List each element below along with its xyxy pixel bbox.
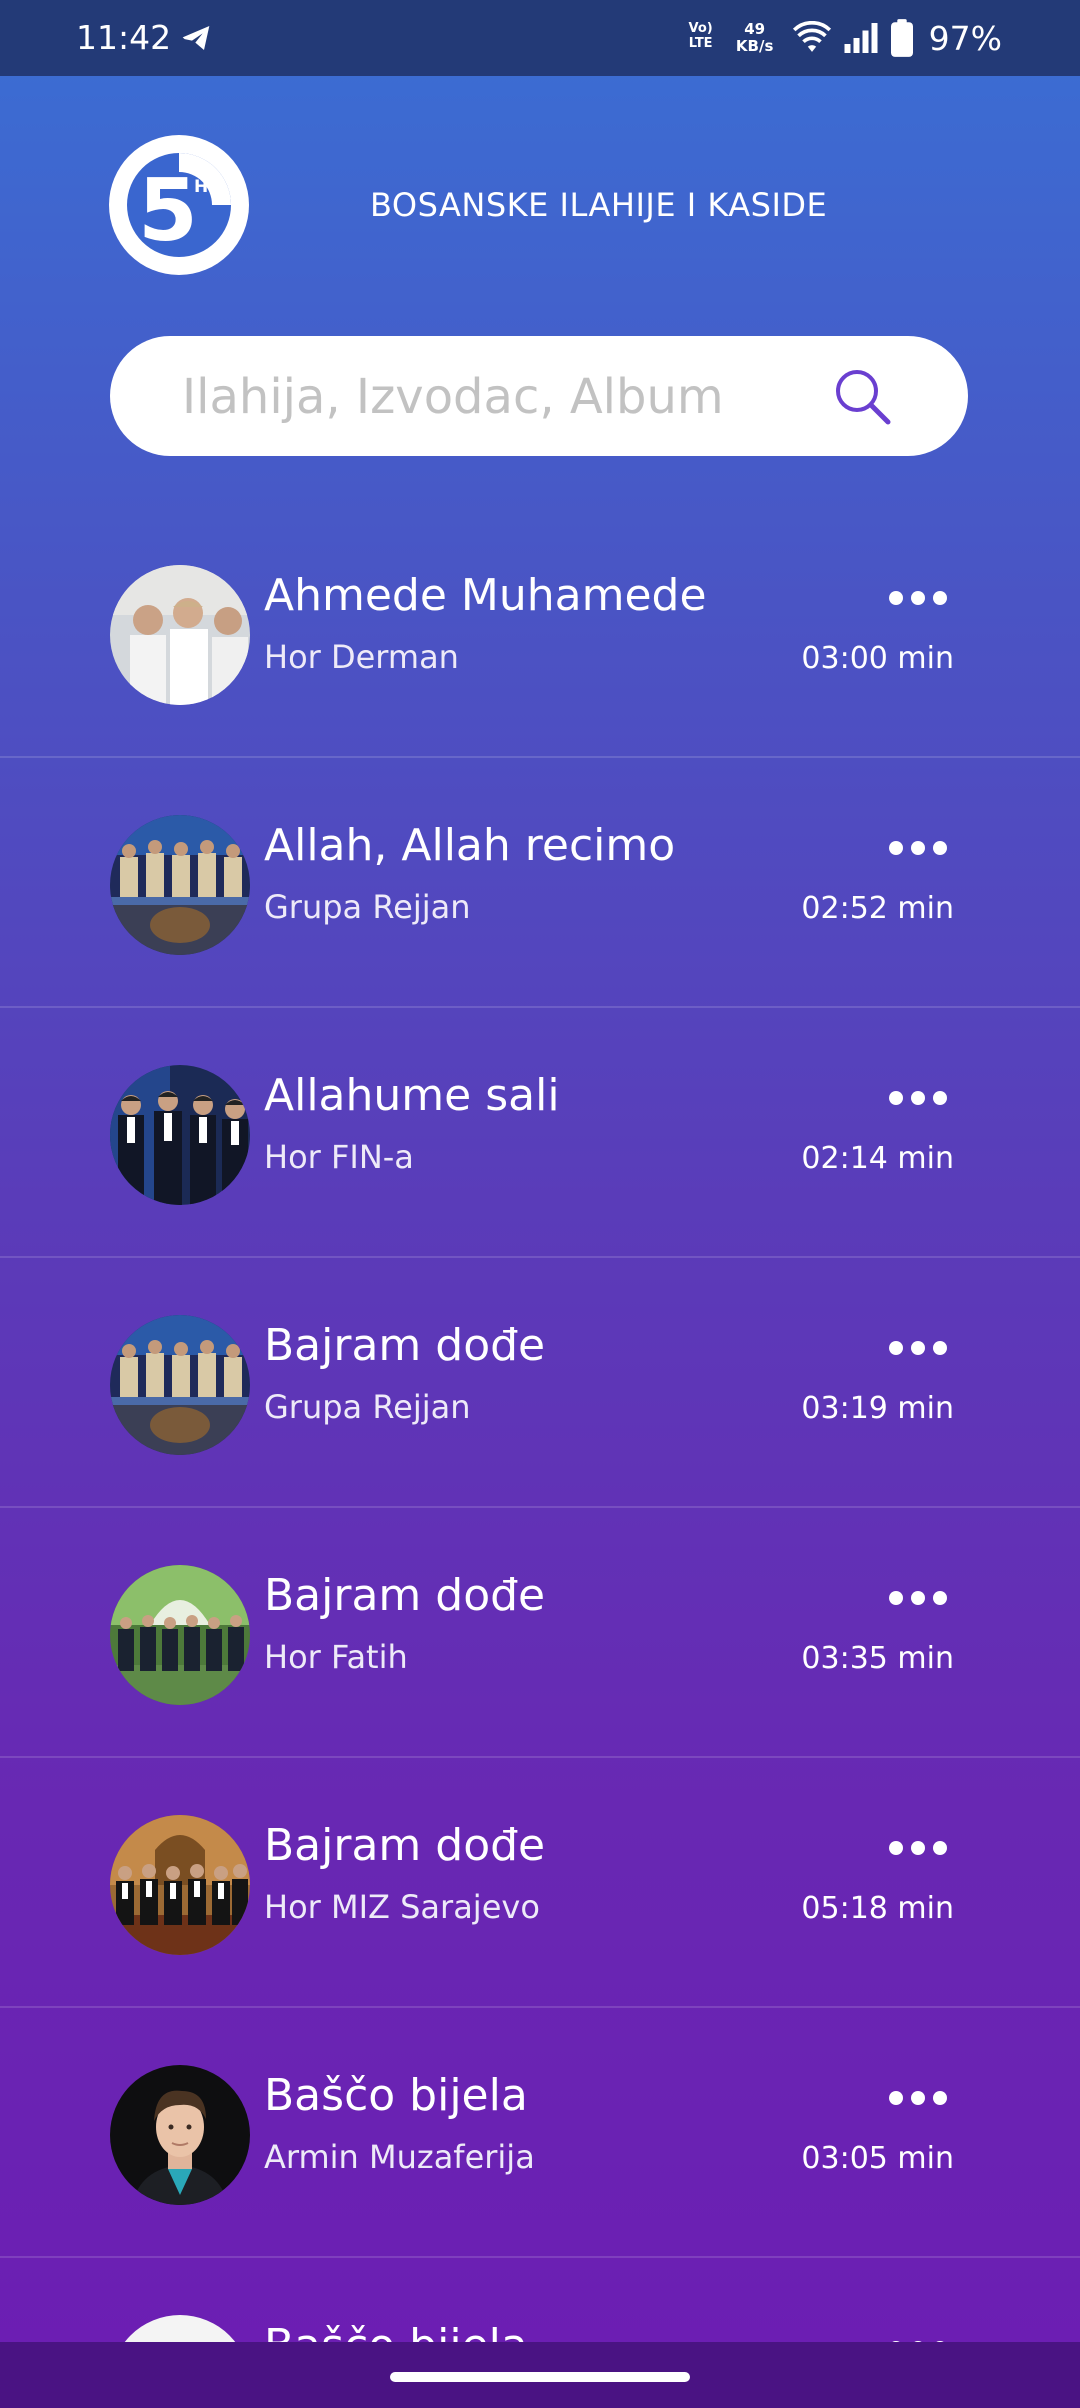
song-list-item[interactable]: Bajram dođe Grupa Rejjan 03:19 min bbox=[0, 1258, 1080, 1508]
battery-percent: 97% bbox=[928, 18, 1002, 58]
song-thumbnail[interactable] bbox=[110, 2065, 250, 2205]
song-duration: 03:05 min bbox=[801, 2141, 954, 2176]
song-artist: Armin Muzaferija bbox=[264, 2138, 535, 2176]
song-title: Baščo bijela bbox=[264, 2070, 528, 2121]
more-options-icon[interactable] bbox=[886, 586, 950, 610]
song-thumbnail-image bbox=[110, 1315, 250, 1455]
battery-icon bbox=[890, 19, 913, 57]
status-icons: Vo) LTE 49 KB/s 97% bbox=[685, 12, 1002, 64]
song-artist: Hor FIN-a bbox=[264, 1138, 414, 1176]
song-thumbnail[interactable] bbox=[110, 1315, 250, 1455]
song-title: Bajram dođe bbox=[264, 1820, 546, 1871]
song-list-item[interactable]: Ahmede Muhamede Hor Derman 03:00 min bbox=[0, 508, 1080, 758]
signal-icon bbox=[844, 23, 878, 53]
song-thumbnail[interactable] bbox=[110, 1565, 250, 1705]
song-thumbnail-image bbox=[110, 815, 250, 955]
song-title: Allah, Allah recimo bbox=[264, 820, 676, 871]
status-bar: 11:42 Vo) LTE 49 KB/s 97% bbox=[0, 0, 1080, 76]
song-duration: 05:18 min bbox=[801, 1891, 954, 1926]
song-artist: Hor MIZ Sarajevo bbox=[264, 1888, 540, 1926]
search-bar[interactable] bbox=[110, 336, 968, 456]
song-list-item[interactable]: Allah, Allah recimo Grupa Rejjan 02:52 min bbox=[0, 758, 1080, 1008]
song-duration: 02:14 min bbox=[801, 1141, 954, 1176]
more-options-icon[interactable] bbox=[886, 1336, 950, 1360]
app-header: 5 HD BOSANSKE ILAHIJE I KASIDE bbox=[0, 76, 1080, 326]
status-time: 11:42 bbox=[76, 18, 172, 57]
app-screen: 11:42 Vo) LTE 49 KB/s 97% 5 HD BOSANSKE … bbox=[0, 0, 1080, 2408]
song-list-item[interactable]: Baščo bijela Armin Muzaferija 03:05 min bbox=[0, 2008, 1080, 2258]
song-list-item[interactable]: Allahume sali Hor FIN-a 02:14 min bbox=[0, 1008, 1080, 1258]
song-artist: Hor Fatih bbox=[264, 1638, 408, 1676]
more-options-icon[interactable] bbox=[886, 2086, 950, 2110]
search-input[interactable] bbox=[180, 364, 824, 430]
song-list-item[interactable]: Bajram dođe Hor Fatih 03:35 min bbox=[0, 1508, 1080, 1758]
song-duration: 02:52 min bbox=[801, 891, 954, 926]
channel-5-hd-logo[interactable]: 5 HD bbox=[108, 134, 250, 276]
song-artist: Grupa Rejjan bbox=[264, 1388, 471, 1426]
song-duration: 03:19 min bbox=[801, 1391, 954, 1426]
more-options-icon[interactable] bbox=[886, 1586, 950, 1610]
telegram-icon bbox=[182, 26, 210, 50]
song-list: Ahmede Muhamede Hor Derman 03:00 min Allah,… bbox=[0, 508, 1080, 2408]
song-title: Allahume sali bbox=[264, 1070, 560, 1121]
wifi-icon bbox=[792, 21, 831, 52]
song-thumbnail[interactable] bbox=[110, 1065, 250, 1205]
song-list-item[interactable]: Bajram dođe Hor MIZ Sarajevo 05:18 min bbox=[0, 1758, 1080, 2008]
song-title: Ahmede Muhamede bbox=[264, 570, 707, 621]
song-duration: 03:00 min bbox=[801, 641, 954, 676]
more-options-icon[interactable] bbox=[886, 1086, 950, 1110]
svg-text:5: 5 bbox=[138, 161, 198, 261]
app-title: BOSANSKE ILAHIJE I KASIDE bbox=[370, 186, 828, 224]
svg-text:HD: HD bbox=[194, 177, 222, 197]
song-title: Bajram dođe bbox=[264, 1570, 546, 1621]
system-nav-bar bbox=[0, 2342, 1080, 2408]
more-options-icon[interactable] bbox=[886, 1836, 950, 1860]
song-thumbnail[interactable] bbox=[110, 1815, 250, 1955]
song-thumbnail-image bbox=[110, 1565, 250, 1705]
song-artist: Grupa Rejjan bbox=[264, 888, 471, 926]
home-indicator[interactable] bbox=[390, 2372, 690, 2382]
more-options-icon[interactable] bbox=[886, 836, 950, 860]
search-icon[interactable] bbox=[832, 366, 894, 428]
song-thumbnail-image bbox=[110, 2065, 250, 2205]
volte-icon: Vo) LTE bbox=[688, 21, 713, 51]
song-title: Bajram dođe bbox=[264, 1320, 546, 1371]
song-artist: Hor Derman bbox=[264, 638, 459, 676]
song-thumbnail-image bbox=[110, 565, 250, 705]
song-duration: 03:35 min bbox=[801, 1641, 954, 1676]
song-thumbnail[interactable] bbox=[110, 815, 250, 955]
network-speed: 49 KB/s bbox=[735, 20, 774, 55]
song-thumbnail-image bbox=[110, 1815, 250, 1955]
song-thumbnail[interactable] bbox=[110, 565, 250, 705]
song-thumbnail-image bbox=[110, 1065, 250, 1205]
